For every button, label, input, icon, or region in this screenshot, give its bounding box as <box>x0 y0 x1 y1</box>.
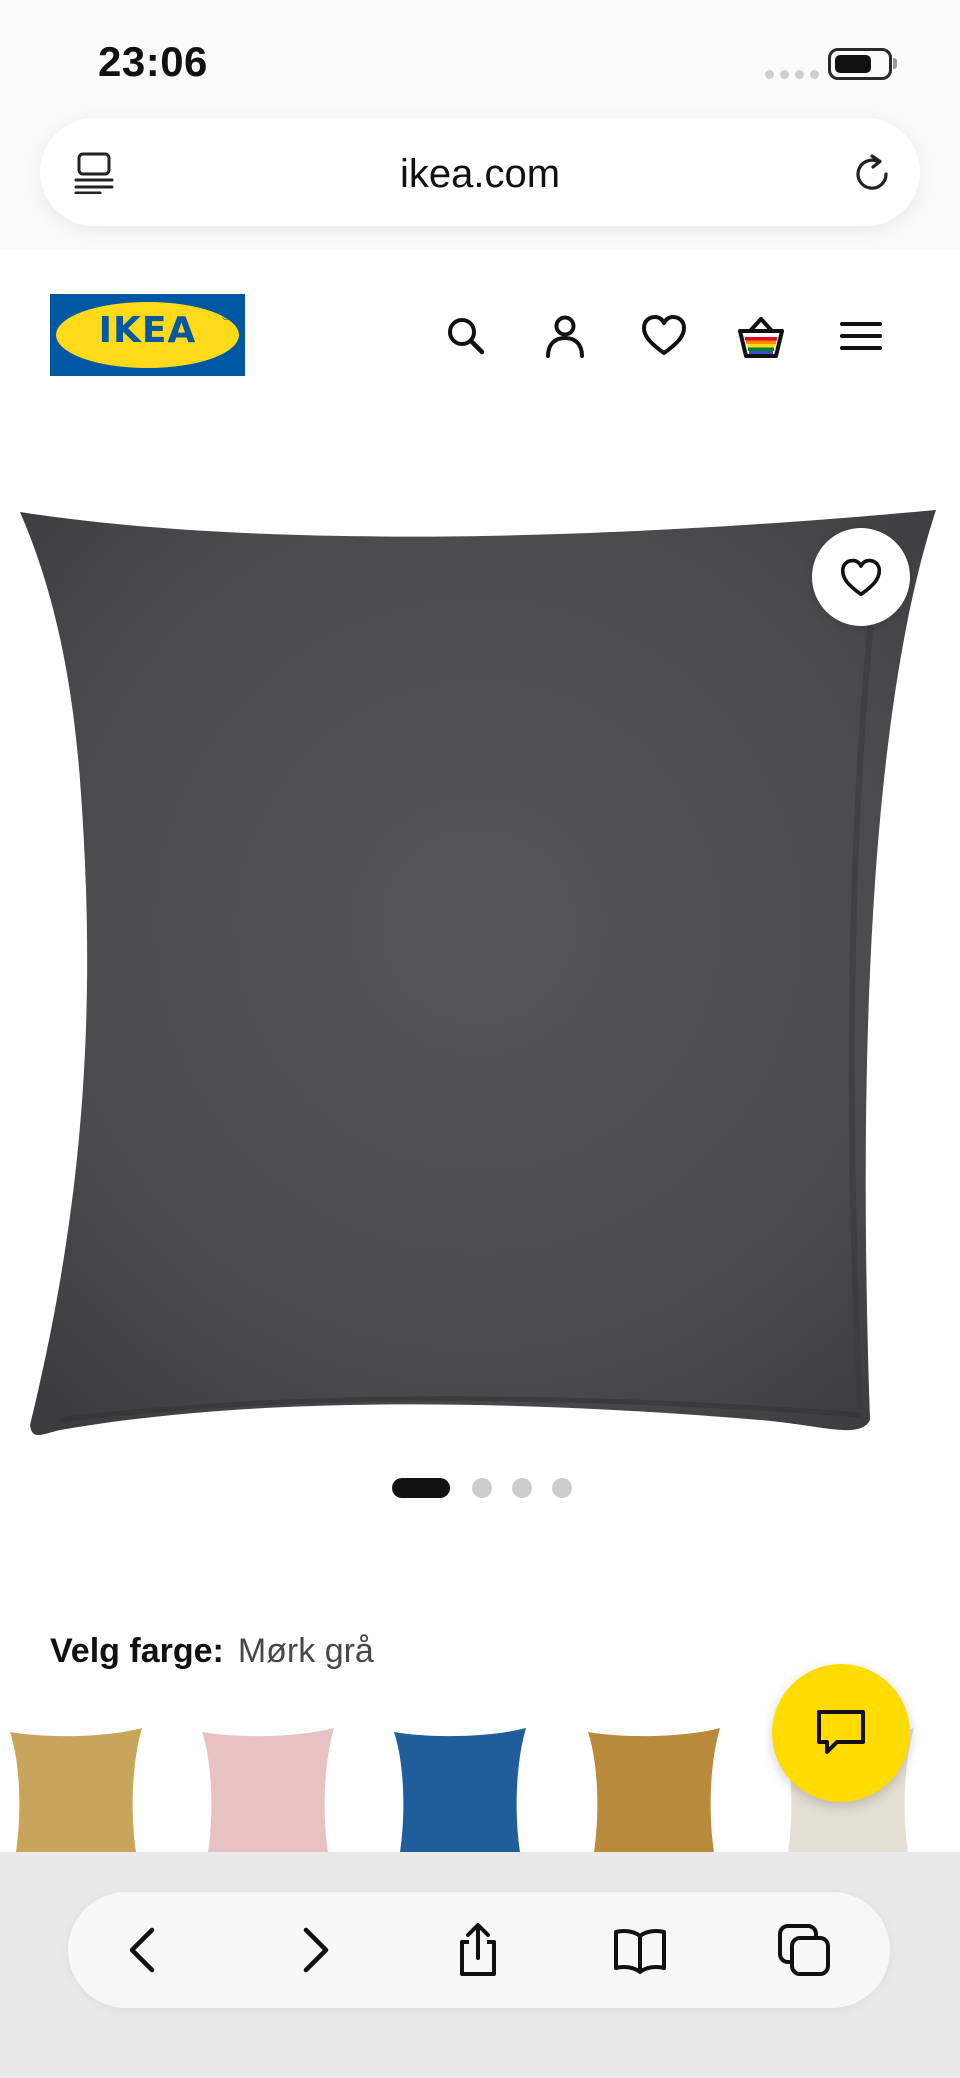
status-bar: 23:06 <box>0 0 960 110</box>
battery-level <box>835 55 871 73</box>
color-selector-label: Velg farge: Mørk grå <box>50 1632 374 1671</box>
browser-toolbar <box>0 1852 960 2078</box>
tabs-icon[interactable] <box>776 1922 832 1978</box>
cellular-signal-icon <box>765 70 819 79</box>
pager-dot[interactable] <box>472 1478 492 1498</box>
heart-icon <box>840 558 882 597</box>
share-icon[interactable] <box>450 1922 506 1978</box>
color-swatch[interactable] <box>4 1722 148 1852</box>
account-icon[interactable] <box>541 312 589 360</box>
ikea-logo[interactable]: IKEA ® <box>50 294 245 376</box>
color-swatch[interactable] <box>196 1722 340 1852</box>
reload-icon[interactable] <box>850 152 894 196</box>
url-text[interactable]: ikea.com <box>40 152 920 197</box>
forward-icon[interactable] <box>286 1922 342 1978</box>
status-time: 23:06 <box>98 38 208 85</box>
color-swatch[interactable] <box>582 1722 726 1852</box>
cushion-shape <box>20 510 936 1435</box>
logo-text: IKEA <box>98 310 197 351</box>
add-to-favourites-button[interactable] <box>812 528 910 626</box>
search-icon[interactable] <box>442 312 490 360</box>
pager-dot[interactable] <box>512 1478 532 1498</box>
pager-dot[interactable] <box>552 1478 572 1498</box>
site-header: IKEA ® <box>0 250 960 420</box>
selected-color-value: Mørk grå <box>237 1632 374 1670</box>
color-swatch[interactable] <box>388 1722 532 1852</box>
color-label-key: Velg farge: <box>50 1632 224 1670</box>
menu-icon[interactable] <box>837 312 885 360</box>
image-pagination <box>0 1478 960 1498</box>
product-image-cushion <box>20 510 936 1435</box>
favourites-icon[interactable] <box>640 312 688 360</box>
product-image-gallery[interactable] <box>0 420 960 1470</box>
back-icon[interactable] <box>118 1922 174 1978</box>
address-bar[interactable]: ikea.com <box>40 118 920 226</box>
cart-icon[interactable] <box>737 312 785 360</box>
browser-address-area: ikea.com <box>0 110 960 250</box>
toolbar-pill <box>68 1892 890 2008</box>
bookmarks-icon[interactable] <box>612 1922 668 1978</box>
pager-dot[interactable] <box>392 1478 450 1498</box>
chat-button[interactable] <box>772 1664 910 1802</box>
battery-icon <box>828 48 892 80</box>
chat-icon <box>817 1710 865 1754</box>
battery-tip <box>893 58 897 69</box>
registered-mark: ® <box>221 312 231 323</box>
